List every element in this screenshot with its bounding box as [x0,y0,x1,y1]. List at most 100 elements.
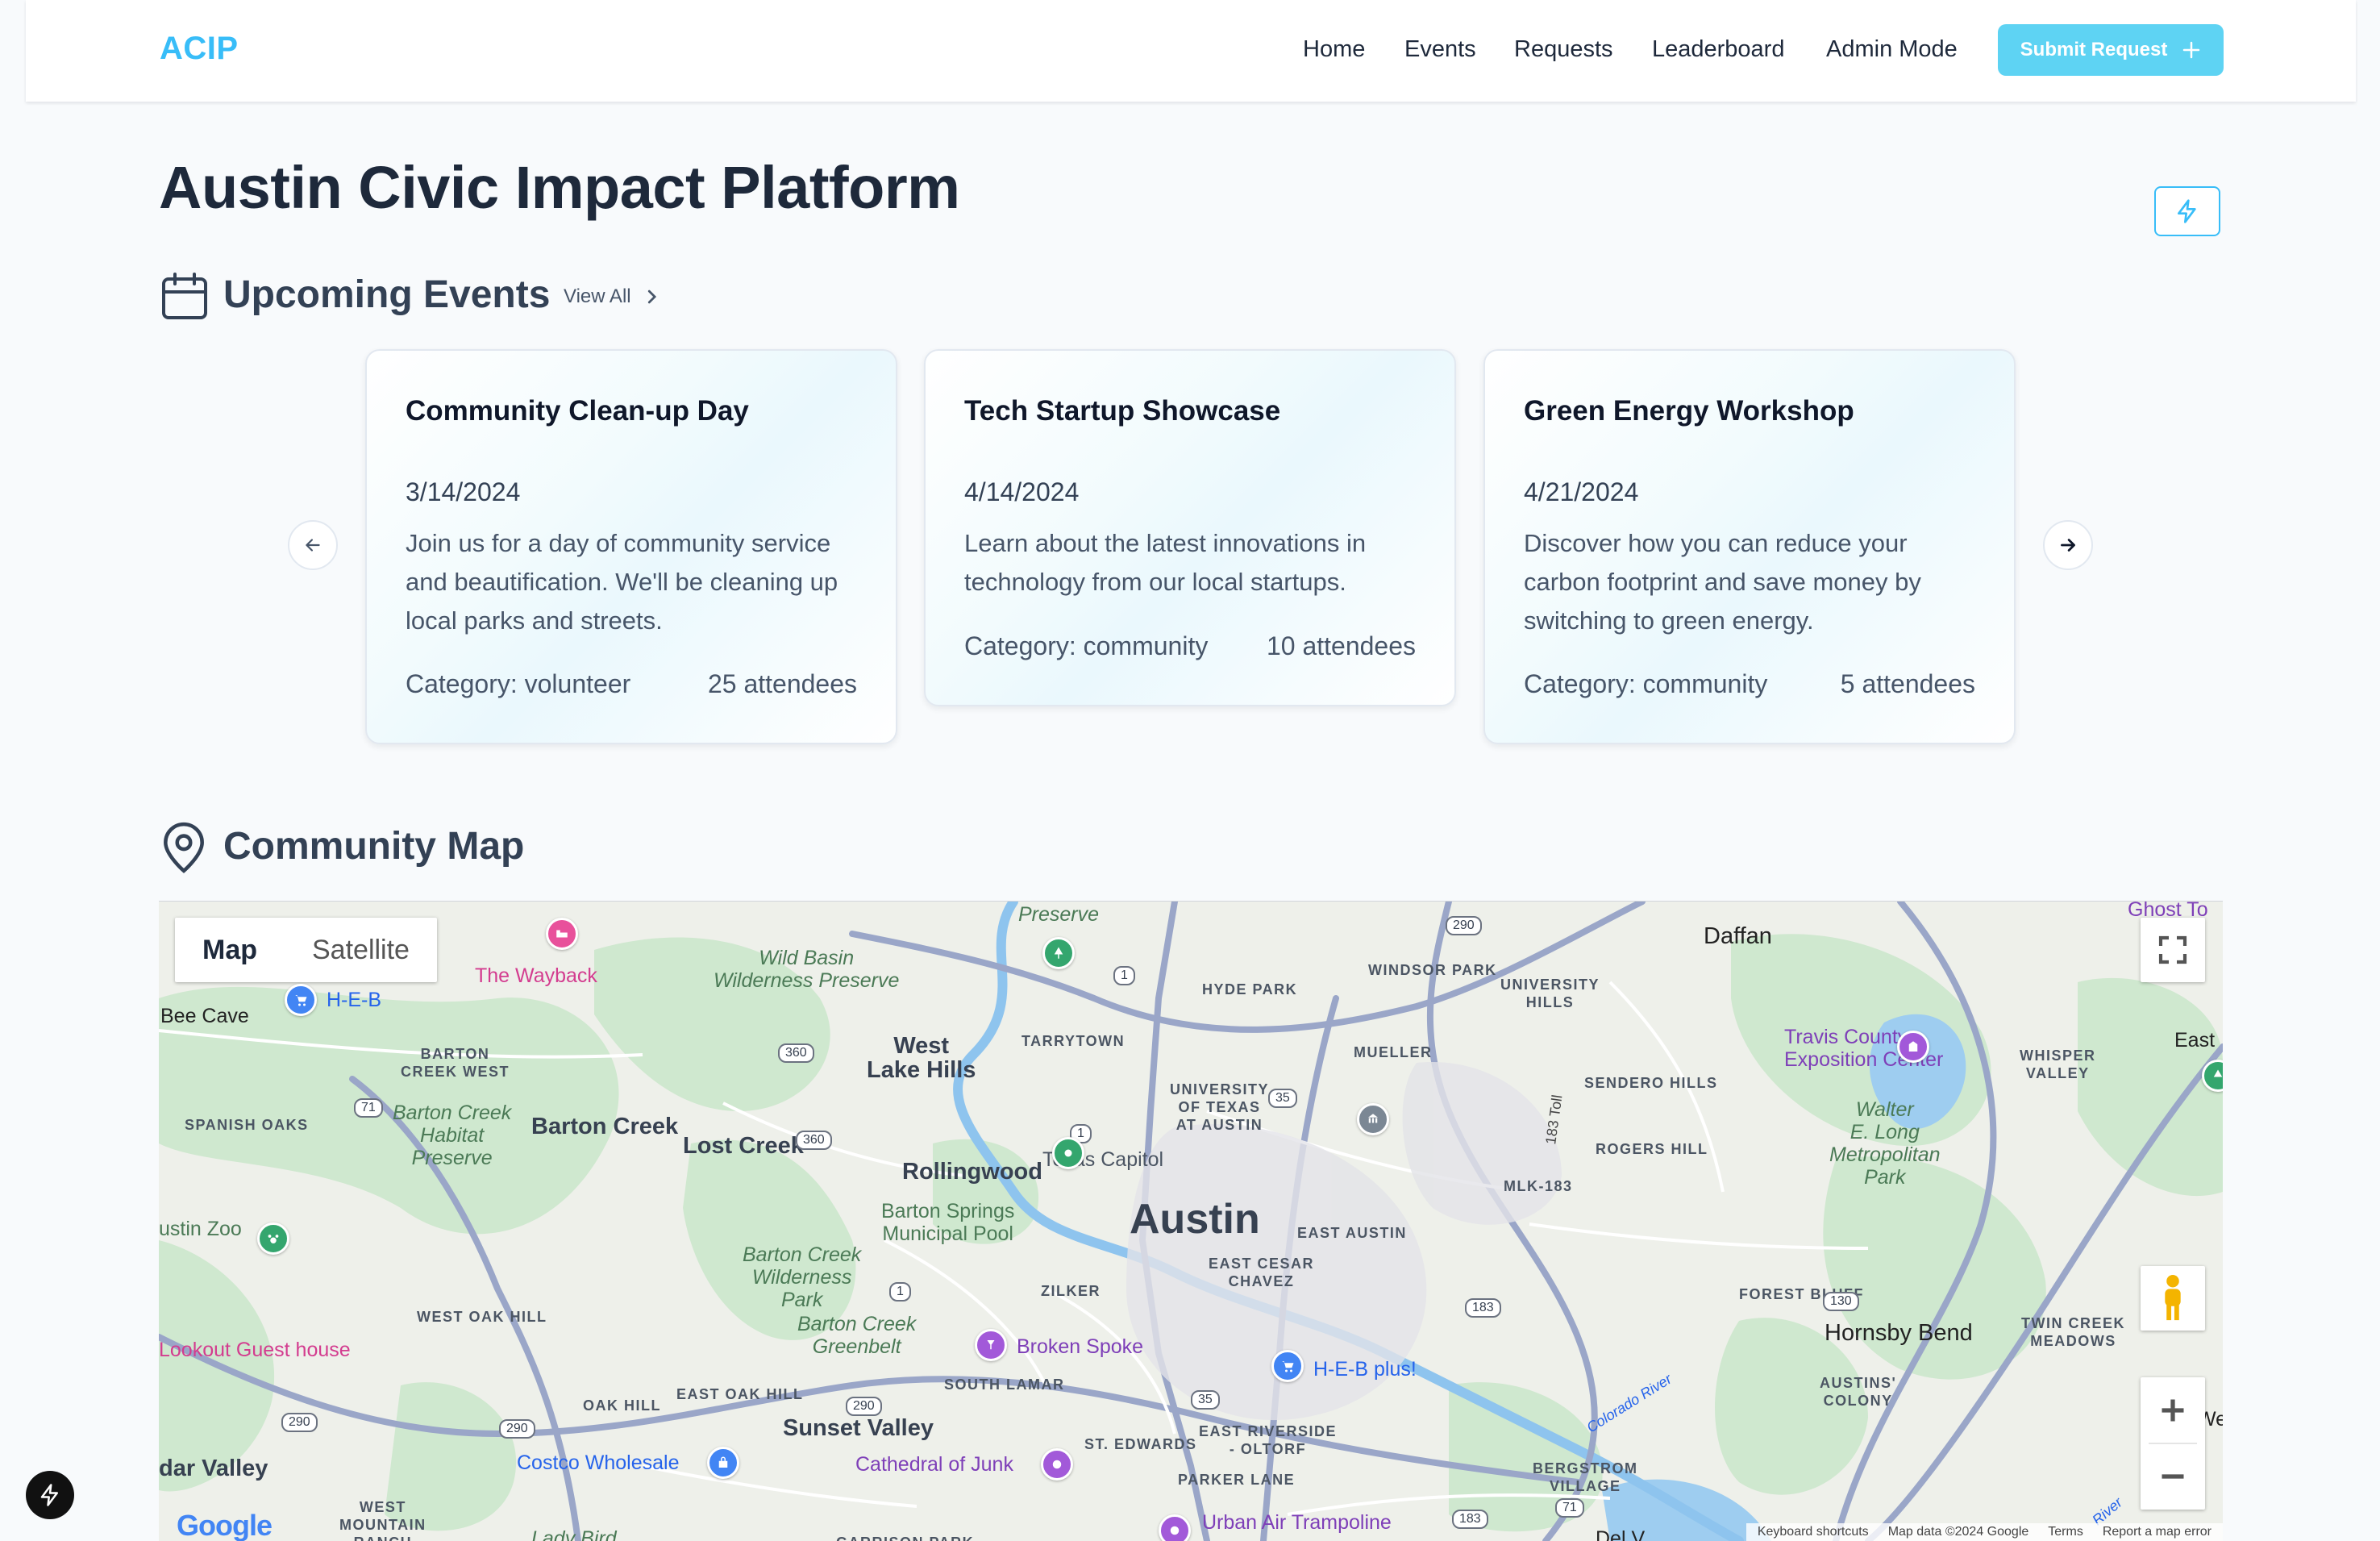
map-label: EAST AUSTIN [1297,1225,1407,1241]
map-label: Preserve [1018,903,1100,926]
nav-requests[interactable]: Requests [1514,36,1613,63]
community-map[interactable]: Map Satellite Bee Cave H-E-B The Wayback… [159,901,2223,1541]
grocery-icon[interactable] [285,984,317,1016]
page-title: Austin Civic Impact Platform [159,154,960,221]
map-label: East [2174,1029,2216,1052]
event-card[interactable]: Tech Startup Showcase 4/14/2024 Learn ab… [924,349,1456,706]
hotel-icon[interactable] [546,918,578,950]
terms-link[interactable]: Terms [2048,1525,2083,1539]
nav-events[interactable]: Events [1404,36,1476,63]
map-label: MUELLER [1354,1044,1433,1060]
map-heading: Community Map [223,825,525,868]
carousel-prev-button[interactable] [288,520,338,570]
map-label: Wild Basin Wilderness Preserve [714,947,900,992]
map-label: MLK-183 [1504,1178,1573,1194]
map-type-map-button[interactable]: Map [175,918,285,982]
map-label: HYDE PARK [1202,981,1298,997]
map-label: BARTON CREEK WEST [401,1046,510,1080]
map-label: The Wayback [475,964,597,987]
map-label: UNIVERSITY HILLS [1500,977,1600,1010]
submit-request-label: Submit Request [2020,39,2168,60]
floating-bolt-button[interactable] [26,1471,74,1519]
highway-shield: 35 [1191,1390,1220,1410]
highway-shield: 71 [354,1098,383,1118]
zoom-out-button[interactable] [2158,1444,2187,1509]
report-map-error-link[interactable]: Report a map error [2103,1525,2211,1539]
map-label: SPANISH OAKS [185,1117,309,1133]
event-title: Tech Startup Showcase [964,395,1281,427]
map-type-control: Map Satellite [175,918,437,982]
highway-shield: 1 [1113,966,1135,985]
nav-home[interactable]: Home [1303,36,1365,63]
pegman-icon [2165,1274,2181,1321]
map-label: H-E-B [327,989,382,1011]
quick-action-button[interactable] [2154,186,2220,236]
street-view-button[interactable] [2141,1266,2205,1331]
nav-leaderboard[interactable]: Leaderboard [1652,36,1784,63]
arrow-left-icon [306,539,320,552]
event-date: 4/14/2024 [964,477,1080,506]
map-attribution: Keyboard shortcuts Map data ©2024 Google… [1745,1523,2223,1541]
highway-shield: 290 [846,1397,882,1416]
map-label: Hornsby Bend [1825,1320,1973,1346]
art-icon[interactable] [1041,1448,1073,1481]
map-label: Daffan [1704,923,1772,949]
map-label: WHISPER VALLEY [2020,1047,2096,1081]
map-label: Walter E. Long Metropolitan Park [1829,1098,1941,1189]
map-label: Lookout Guest house [159,1339,351,1361]
google-logo: Google [177,1509,273,1541]
zoo-icon[interactable] [257,1222,289,1255]
zoom-in-button[interactable] [2149,1378,2197,1444]
shopping-icon[interactable] [707,1447,739,1479]
event-attendees: 10 attendees [1266,631,1416,660]
view-all-link[interactable]: View All [564,285,659,308]
event-card[interactable]: Community Clean-up Day 3/14/2024 Join us… [365,349,897,744]
highway-shield: 35 [1268,1089,1297,1108]
map-label: ustin Zoo [159,1218,242,1240]
keyboard-shortcuts-link[interactable]: Keyboard shortcuts [1758,1525,1869,1539]
highway-shield: 290 [1446,916,1482,935]
map-label: ZILKER [1041,1283,1101,1299]
plus-icon [2162,1399,2184,1422]
map-label: H-E-B plus! [1313,1358,1417,1381]
fullscreen-button[interactable] [2141,918,2205,982]
map-label: Barton Creek Habitat Preserve [393,1102,512,1169]
map-label: Rollingwood [902,1159,1042,1185]
nav-admin-mode[interactable]: Admin Mode [1826,36,1958,63]
park-icon[interactable] [1042,937,1075,969]
map-label: dar Valley [159,1456,268,1481]
highway-shield: 360 [778,1043,814,1063]
highway-shield: 290 [281,1413,318,1432]
submit-request-button[interactable]: Submit Request [1998,24,2224,76]
bolt-icon [40,1484,58,1506]
pool-icon[interactable] [1052,1137,1084,1169]
events-heading: Upcoming Events [223,273,551,316]
calendar-icon [162,273,207,319]
map-label: ROGERS HILL [1596,1141,1708,1157]
carousel-next-button[interactable] [2043,520,2093,570]
map-label: TWIN CREEK MEADOWS [2021,1315,2125,1349]
highway-shield: 1 [889,1282,911,1302]
map-label: EAST CESAR CHAVEZ [1209,1256,1315,1289]
bar-icon[interactable] [975,1329,1007,1361]
app-logo[interactable]: ACIP [160,31,239,67]
map-label: Del V [1596,1527,1646,1541]
venue-icon[interactable] [1897,1031,1929,1063]
map-label: ST. EDWARDS [1084,1436,1197,1452]
map-label: WEST OAK HILL [417,1309,547,1325]
map-label: BERGSTROM VILLAGE [1533,1460,1638,1494]
plus-icon [2183,41,2200,59]
amusement-icon[interactable] [1159,1514,1191,1541]
map-type-satellite-button[interactable]: Satellite [285,918,437,982]
chevron-right-icon [647,289,656,304]
map-label: Sunset Valley [783,1415,934,1441]
map-label: TARRYTOWN [1021,1033,1126,1049]
map-label: WEST MOUNTAIN RANCH [339,1499,426,1541]
event-title: Green Energy Workshop [1524,395,1854,427]
event-card[interactable]: Green Energy Workshop 4/21/2024 Discover… [1483,349,2016,744]
zoom-control [2141,1377,2205,1510]
landmark-icon[interactable] [1357,1103,1389,1135]
highway-shield: 183 [1452,1510,1488,1529]
grocery-icon[interactable] [1271,1350,1304,1382]
map-label: AUSTINS' COLONY [1820,1375,1897,1409]
